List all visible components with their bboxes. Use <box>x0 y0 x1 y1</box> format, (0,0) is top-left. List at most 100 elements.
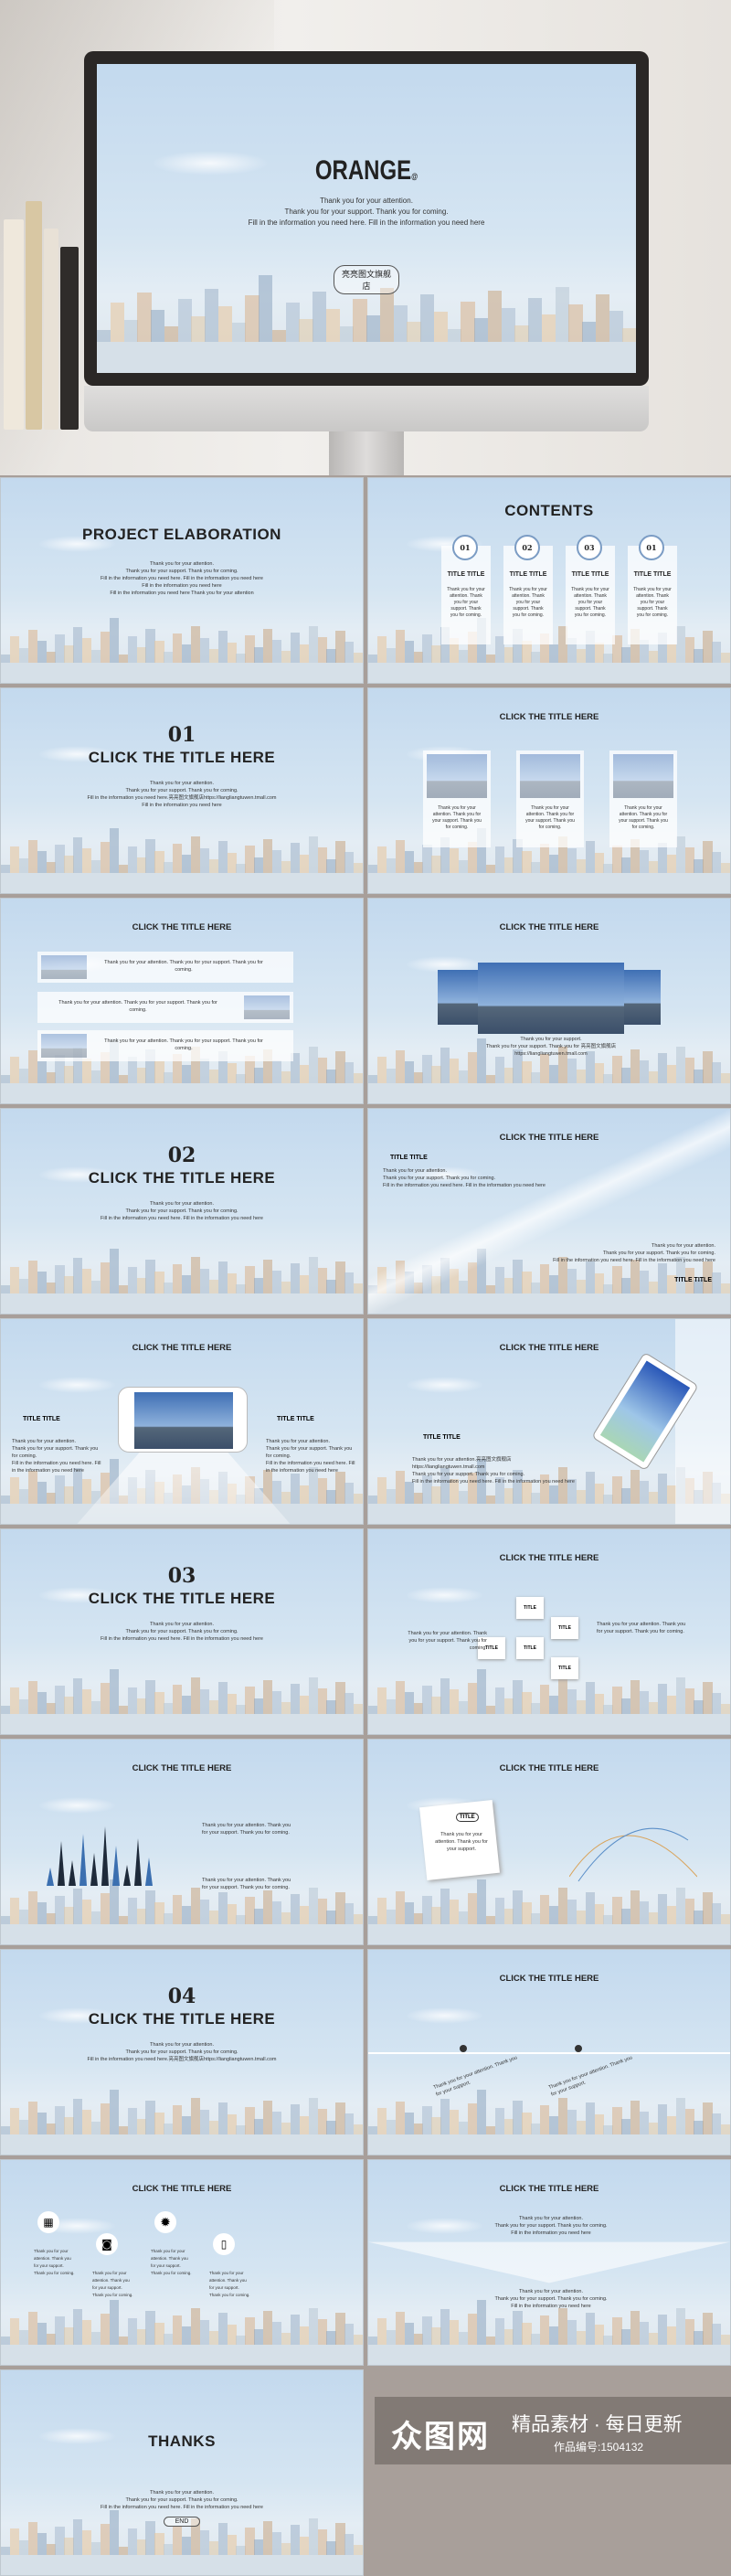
bar-text: Thank you for your attention. Thank you … <box>104 1038 263 1051</box>
watermark-slogan: 精品素材 · 每日更新 <box>512 2414 683 2435</box>
watermark-logo: 众图网 <box>391 2420 490 2454</box>
title-box[interactable]: TITLE <box>551 1617 578 1639</box>
contents-card[interactable]: TITLE TITLE Thank you for your attention… <box>503 546 553 644</box>
title-box[interactable]: TITLE <box>551 1657 578 1679</box>
spike-bar <box>58 1841 65 1886</box>
monitor: ORANGE@ Thank you for your attention. Tha… <box>84 51 649 386</box>
text-line: Fill in the information you need here. F… <box>12 1461 101 1474</box>
contents-card[interactable]: TITLE TITLE Thank you for your attention… <box>628 546 677 644</box>
text-line: Thank you for your attention. <box>383 1168 448 1174</box>
spike-bar <box>101 1826 109 1886</box>
slide-triangles[interactable]: CLICK THE TITLE HERE Thank you for your a… <box>367 2159 731 2366</box>
slide-title: CLICK THE TITLE HERE <box>88 2010 276 2028</box>
photo-card[interactable] <box>423 750 491 847</box>
slide-title: CLICK THE TITLE HERE <box>499 712 599 722</box>
text-line: Thank you for your support. Thank you fo… <box>412 1472 525 1477</box>
slide-thanks[interactable]: THANKS Thank you for your attention. Thank… <box>0 2369 364 2576</box>
title-label: TITLE TITLE <box>23 1416 60 1422</box>
slide-intro[interactable]: PROJECT ELABORATION Thank you for your at… <box>0 477 364 684</box>
slide-text: Thank you for your attention. Thank you f… <box>1 560 363 597</box>
slide-section[interactable]: 02 CLICK THE TITLE HERE Thank you for your… <box>0 1108 364 1315</box>
contents-card[interactable]: TITLE TITLE Thank you for your attention… <box>441 546 491 644</box>
slide-text: Thank you for your attention. Thank you f… <box>266 1438 357 1474</box>
card-label: TITLE TITLE <box>633 571 672 578</box>
timeline-dot <box>575 2045 582 2052</box>
slide-tablet[interactable]: CLICK THE TITLE HERE TITLE TITLE Thank you… <box>367 1318 731 1525</box>
card-label: TITLE TITLE <box>447 571 485 578</box>
slide-paper[interactable]: CLICK THE TITLE HERE TITLE Thank you for y… <box>367 1739 731 1945</box>
hero-monitor-slide: ORANGE@ Thank you for your attention. Tha… <box>0 0 731 475</box>
hero-title: ORANGE@ <box>314 155 418 186</box>
icon-text: Thank you for your attention. Thank you … <box>151 2249 192 2275</box>
slide-text: Thank you for your attention. Thank you f… <box>1 780 363 809</box>
text-line: Thank you for your support. Thank you fo… <box>485 1044 617 1049</box>
slide-phone[interactable]: CLICK THE TITLE HERE TITLE TITLE Thank you… <box>0 1318 364 1525</box>
camera-icon: ◙ <box>96 2233 118 2255</box>
slide-title: THANKS <box>148 2432 216 2450</box>
slide-text: Thank you for your attention. Thank you f… <box>1 1621 363 1643</box>
slide-text: Thank you for your attention.亮亮图文旗舰店 http… <box>412 1456 595 1485</box>
slide-photocards[interactable]: CLICK THE TITLE HERE Thank you for your a… <box>367 687 731 894</box>
slide-text: Thank you for your support. Thank you for… <box>460 1036 642 1058</box>
photo <box>478 963 624 1034</box>
spike-bar <box>79 1834 87 1886</box>
text-line: Fill in the information you need here. F… <box>412 1479 575 1485</box>
slide-title: PROJECT ELABORATION <box>82 526 281 543</box>
slide-text: Thank you for your attention. Thank you f… <box>12 1438 103 1474</box>
slide-bars[interactable]: CLICK THE TITLE HERE Thank you for your a… <box>0 898 364 1104</box>
slide-title: CLICK THE TITLE HERE <box>132 1763 232 1773</box>
shop-button[interactable]: 亮亮图文旗舰店 <box>334 265 399 294</box>
slide-timeline[interactable]: CLICK THE TITLE HERE Thank you for your a… <box>367 1949 731 2156</box>
card-text: Thank you for your attention. Thank you … <box>525 805 575 830</box>
slide-section[interactable]: 03 CLICK THE TITLE HERE Thank you for your… <box>0 1528 364 1735</box>
text-line: Thank you for your support. Thank you fo… <box>602 1251 715 1256</box>
section-number: 01 <box>167 723 196 747</box>
slide-title: CLICK THE TITLE HERE <box>499 2184 599 2194</box>
text-line: Thank you for your attention. <box>651 1243 715 1249</box>
bar-text: Thank you for your attention. Thank you … <box>104 960 263 973</box>
slide-section[interactable]: 01 CLICK THE TITLE HERE Thank you for your… <box>0 687 364 894</box>
slide-gallery[interactable]: CLICK THE TITLE HERE Thank you for your s… <box>367 898 731 1104</box>
slide-title: CONTENTS <box>504 502 594 519</box>
slide-title: CLICK THE TITLE HERE <box>88 749 276 766</box>
text-line: Fill in the information you need here. F… <box>101 1636 263 1642</box>
curves <box>569 1827 697 1882</box>
contents-card[interactable]: TITLE TITLE Thank you for your attention… <box>566 546 615 644</box>
photo-card[interactable] <box>516 750 584 847</box>
text-line: Fill in the information you need here <box>511 2304 591 2309</box>
text-line: Thank you for your attention. <box>149 1622 214 1627</box>
text-line: Thank you for your support. Thank you fo… <box>12 1446 99 1459</box>
title-box[interactable]: TITLE <box>516 1637 544 1659</box>
text-line: Thank you for your support. Thank you fo… <box>494 2223 608 2229</box>
slide-text: Thank you for your attention. Thank you f… <box>1 2489 363 2511</box>
text-line: Fill in the information you need here. F… <box>383 1183 546 1188</box>
end-button[interactable]: END <box>163 2517 201 2527</box>
bar-text: Thank you for your attention. Thank you … <box>58 1000 217 1013</box>
slide-text: Thank you for your attention. Thank you f… <box>460 2288 642 2310</box>
slide-section[interactable]: 04 CLICK THE TITLE HERE Thank you for your… <box>0 1949 364 2156</box>
slide-icons[interactable]: CLICK THE TITLE HERE ▦ Thank you for your … <box>0 2159 364 2366</box>
spike-text: Thank you for your attention. Thank you … <box>202 1823 291 1836</box>
text-line: Thank you for your support. Thank you fo… <box>125 1208 238 1214</box>
text-line: Fill in the information you need here Th… <box>110 591 254 596</box>
title-box[interactable]: TITLE <box>516 1597 544 1619</box>
box-text: Thank you for your attention. Thank you … <box>597 1622 686 1634</box>
text-line: https://liangliangtuwen.tmall.com <box>412 1464 485 1470</box>
spike-bar <box>69 1860 76 1886</box>
spike-bar <box>90 1853 98 1886</box>
photo-card[interactable] <box>609 750 677 847</box>
timeline-line <box>368 2052 730 2054</box>
slide-spikes[interactable]: CLICK THE TITLE HERE Thank you for your a… <box>0 1739 364 1945</box>
slide-contents[interactable]: CONTENTS TITLE TITLE Thank you for your … <box>367 477 731 684</box>
slide-title: CLICK THE TITLE HERE <box>499 1553 599 1563</box>
text-line: Thank you for your attention. <box>149 2042 214 2048</box>
section-number: 03 <box>167 1564 196 1588</box>
slide-diagonal[interactable]: CLICK THE TITLE HERETITLE TITLEThank you… <box>367 1108 731 1315</box>
slide-text: Thank you for your attention. Thank you f… <box>553 1242 715 1264</box>
card-label: TITLE TITLE <box>509 571 547 578</box>
text-line: Fill in the information you need here <box>142 803 222 808</box>
card-text: Thank you for your attention. Thank you … <box>432 805 482 830</box>
slide-title: CLICK THE TITLE HERE <box>499 1763 599 1773</box>
slide-text: Thank you for your attention. Thank you f… <box>1 2041 363 2063</box>
slide-boxes[interactable]: CLICK THE TITLE HERE TITLE TITLE TITLE TITLE… <box>367 1528 731 1735</box>
